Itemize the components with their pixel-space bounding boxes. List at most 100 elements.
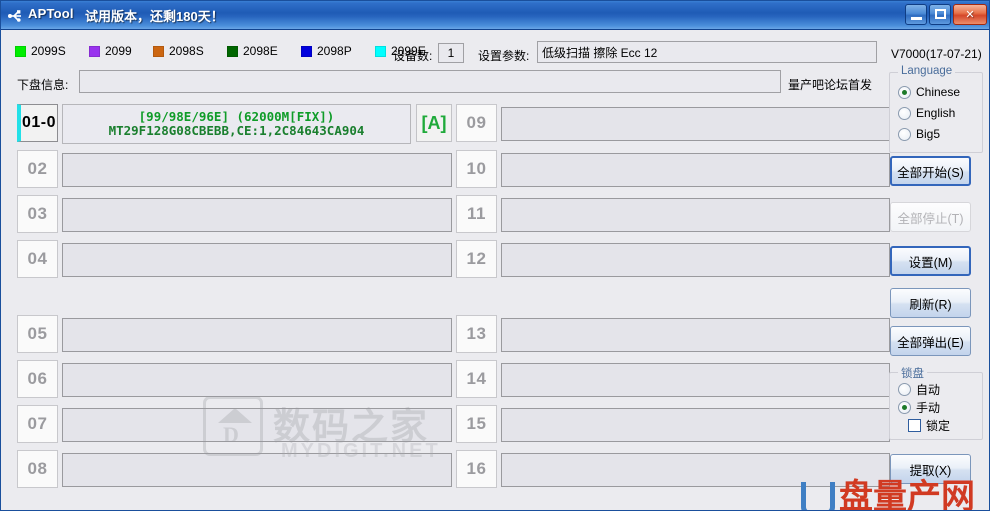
- slot-info-15[interactable]: [501, 408, 890, 442]
- slot-button-16[interactable]: 16: [456, 450, 497, 488]
- legend-item-2099s: 2099S: [15, 44, 66, 58]
- minimize-icon: [911, 17, 922, 20]
- legend-item-2098s: 2098S: [153, 44, 204, 58]
- slot-button-01[interactable]: 01-0: [17, 104, 58, 142]
- slot-info-06[interactable]: [62, 363, 452, 397]
- lock-option-label: 自动: [916, 383, 941, 397]
- slot-info-10[interactable]: [501, 153, 890, 187]
- slot-info-16[interactable]: [501, 453, 890, 487]
- legend-swatch-icon: [89, 45, 100, 57]
- close-icon: ✕: [965, 9, 975, 21]
- slot-button-12[interactable]: 12: [456, 240, 497, 278]
- legend-label: 2099S: [31, 44, 66, 58]
- slot-tag-01[interactable]: [A]: [416, 104, 452, 142]
- language-group-title: Language: [898, 65, 956, 77]
- language-option-label: Big5: [916, 127, 941, 141]
- slot-info-11[interactable]: [501, 198, 890, 232]
- slot-button-05[interactable]: 05: [17, 315, 58, 353]
- legend-label: 2098S: [169, 44, 204, 58]
- slot-info-09[interactable]: [501, 107, 890, 141]
- language-option-label: Chinese: [916, 85, 961, 99]
- params-input[interactable]: 低级扫描 擦除 Ecc 12: [537, 41, 877, 63]
- legend-swatch-icon: [15, 45, 26, 57]
- start-all-button[interactable]: 全部开始(S): [890, 156, 971, 186]
- slot-info-02[interactable]: [62, 153, 452, 187]
- slot-button-09[interactable]: 09: [456, 104, 497, 142]
- device-count-input[interactable]: 1: [438, 43, 464, 63]
- slot-button-07[interactable]: 07: [17, 405, 58, 443]
- slot-button-15[interactable]: 15: [456, 405, 497, 443]
- legend-item-2098p: 2098P: [301, 44, 352, 58]
- trial-notice: 试用版本，还剩180天！: [85, 9, 224, 24]
- radio-icon: [898, 85, 911, 99]
- language-option-label: English: [916, 106, 956, 120]
- language-option-english[interactable]: English: [898, 106, 955, 120]
- radio-icon: [898, 401, 911, 414]
- aptool-window: APTool 试用版本，还剩180天！ ✕ 2099S 2099 2098S 2…: [0, 0, 990, 511]
- slot-button-04[interactable]: 04: [17, 240, 58, 278]
- lock-group-title: 锁盘: [898, 365, 927, 381]
- window-title: APTool: [28, 6, 74, 21]
- checkbox-icon: [908, 419, 921, 432]
- lock-option-label: 手动: [916, 401, 941, 415]
- radio-icon: [898, 383, 911, 396]
- slot-button-11[interactable]: 11: [456, 195, 497, 233]
- settings-button[interactable]: 设置(M): [890, 246, 971, 276]
- lock-checkbox-label: 锁定: [926, 419, 951, 433]
- radio-icon: [898, 106, 911, 120]
- legend-label: 2098E: [243, 44, 278, 58]
- stop-all-button[interactable]: 全部停止(T): [890, 202, 971, 232]
- eject-all-button[interactable]: 全部弹出(E): [890, 326, 971, 356]
- slot-button-13[interactable]: 13: [456, 315, 497, 353]
- radio-icon: [898, 127, 911, 141]
- disk-info-input[interactable]: [79, 70, 781, 93]
- maximize-button[interactable]: [929, 4, 951, 25]
- slot-info-07[interactable]: [62, 408, 452, 442]
- close-button[interactable]: ✕: [953, 4, 987, 25]
- slot-info-01[interactable]: [99/98E/96E] (62000M[FIX]) MT29F128G08CB…: [62, 104, 411, 144]
- refresh-button[interactable]: 刷新(R): [890, 288, 971, 318]
- slot-info-14[interactable]: [501, 363, 890, 397]
- lock-groupbox: 锁盘 自动 手动 锁定: [889, 365, 983, 440]
- slot-button-06[interactable]: 06: [17, 360, 58, 398]
- slot-info-05[interactable]: [62, 318, 452, 352]
- lock-checkbox-row[interactable]: 锁定: [908, 417, 950, 434]
- language-option-big5[interactable]: Big5: [898, 127, 940, 141]
- extract-button[interactable]: 提取(X): [890, 454, 971, 484]
- slot-button-14[interactable]: 14: [456, 360, 497, 398]
- slot-button-03[interactable]: 03: [17, 195, 58, 233]
- language-groupbox: Language Chinese English Big5: [889, 65, 983, 153]
- client-area: 2099S 2099 2098S 2098E 2098P 2099E 设备数: …: [1, 30, 989, 510]
- title-bar: APTool 试用版本，还剩180天！ ✕: [1, 1, 989, 30]
- slot-info-04[interactable]: [62, 243, 452, 277]
- disk-info-label: 下盘信息:: [17, 78, 69, 92]
- slot-button-02[interactable]: 02: [17, 150, 58, 188]
- legend-item-2098e: 2098E: [227, 44, 278, 58]
- lock-option-manual[interactable]: 手动: [898, 399, 940, 416]
- slot-info-12[interactable]: [501, 243, 890, 277]
- slot-button-08[interactable]: 08: [17, 450, 58, 488]
- legend-swatch-icon: [153, 45, 164, 57]
- params-label: 设置参数:: [478, 49, 530, 63]
- usb-icon: [7, 7, 25, 25]
- legend-swatch-icon: [375, 45, 386, 57]
- legend-label: 2098P: [317, 44, 352, 58]
- slot-info-08[interactable]: [62, 453, 452, 487]
- slot-info-line2: MT29F128G08CBEBB,CE:1,2C84643CA904: [108, 123, 365, 138]
- legend-swatch-icon: [301, 45, 312, 57]
- slot-info-03[interactable]: [62, 198, 452, 232]
- device-count-label: 设备数:: [393, 49, 433, 63]
- slot-info-13[interactable]: [501, 318, 890, 352]
- version-label: V7000(17-07-21): [891, 47, 982, 61]
- forum-credit-label: 量产吧论坛首发: [788, 78, 873, 92]
- language-option-chinese[interactable]: Chinese: [898, 85, 960, 99]
- window-controls: ✕: [905, 4, 987, 25]
- slot-info-line1: [99/98E/96E] (62000M[FIX]): [138, 109, 335, 124]
- legend-label: 2099: [105, 44, 132, 58]
- maximize-icon: [935, 9, 946, 19]
- slot-button-10[interactable]: 10: [456, 150, 497, 188]
- minimize-button[interactable]: [905, 4, 927, 25]
- lock-option-auto[interactable]: 自动: [898, 381, 940, 398]
- legend-item-2099: 2099: [89, 44, 132, 58]
- legend-swatch-icon: [227, 45, 238, 57]
